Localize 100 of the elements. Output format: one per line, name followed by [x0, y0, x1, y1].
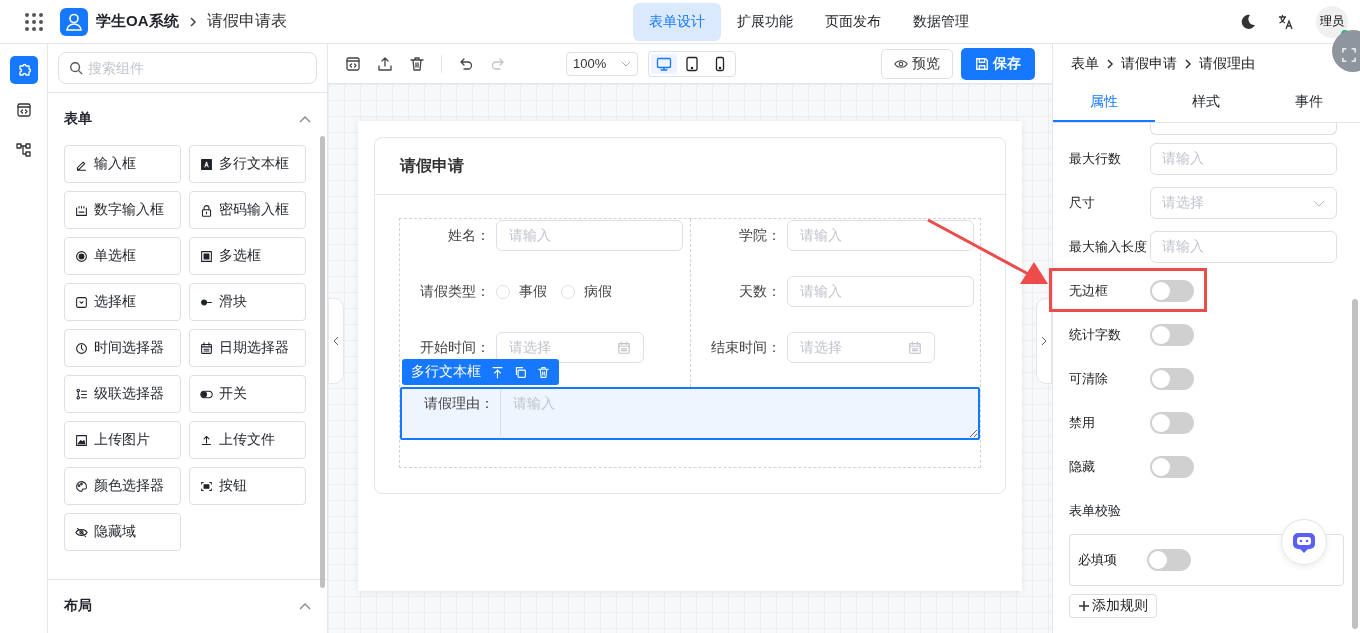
radio-option[interactable]: 病假 — [561, 282, 612, 301]
save-icon — [975, 56, 989, 71]
collapse-handle[interactable] — [328, 298, 344, 384]
clock-icon — [75, 341, 88, 355]
user-avatar[interactable]: 理员 — [1316, 5, 1348, 38]
robot-icon[interactable] — [1281, 519, 1327, 565]
component-item[interactable]: 按钮 — [189, 467, 306, 505]
app-name: 学生OA系统 — [96, 12, 179, 31]
toggle-switch[interactable] — [1150, 324, 1194, 346]
field-label: 请假类型： — [419, 282, 491, 301]
field-label: 结束时间： — [710, 338, 782, 357]
page-title: 请假申请表 — [206, 11, 287, 31]
property-label: 无边框 — [1069, 282, 1109, 300]
user-logo-icon — [60, 7, 88, 36]
nav-tab[interactable]: 数据管理 — [897, 2, 985, 41]
component-item[interactable]: 时间选择器 — [64, 329, 181, 367]
toggle-switch[interactable] — [1150, 280, 1194, 302]
field-label: 学院： — [738, 226, 782, 245]
scrollbar[interactable] — [1352, 299, 1358, 629]
moon-icon[interactable] — [1240, 13, 1256, 30]
component-item[interactable]: 数字输入框 — [64, 191, 181, 229]
radio-option[interactable]: 事假 — [496, 282, 547, 301]
component-item[interactable]: 多选框 — [189, 237, 306, 275]
group-title: 表单 — [64, 110, 92, 128]
scrollbar[interactable] — [320, 136, 325, 588]
chevron-icon[interactable] — [299, 115, 311, 123]
property-label: 隐藏 — [1069, 458, 1096, 476]
field-label: 开始时间： — [419, 338, 491, 357]
tablet-icon — [684, 55, 700, 72]
cascade-icon — [75, 387, 88, 401]
breadcrumb-item[interactable]: 请假理由 — [1199, 55, 1255, 73]
component-item[interactable]: 选择框 — [64, 283, 181, 321]
nav-tab[interactable]: 页面发布 — [809, 2, 897, 41]
component-item[interactable]: 多行文本框 — [189, 145, 306, 183]
chevron-icon[interactable] — [299, 602, 311, 610]
lock-icon — [200, 203, 213, 217]
inspector-tab[interactable]: 属性 — [1053, 84, 1156, 122]
toggle-switch[interactable] — [1147, 549, 1191, 571]
apps-grid-icon[interactable] — [24, 11, 44, 32]
nav-tab[interactable]: 扩展功能 — [721, 2, 809, 41]
component-item[interactable]: 开关 — [189, 375, 306, 413]
calendar-icon — [908, 340, 922, 355]
chevron-right-icon — [188, 15, 197, 28]
copy-icon[interactable] — [514, 365, 527, 379]
component-item[interactable]: 级联选择器 — [64, 375, 181, 413]
breadcrumb-item[interactable]: 表单 — [1071, 55, 1099, 73]
chevron-right-icon — [1184, 58, 1192, 70]
calendar-icon — [617, 340, 631, 355]
preview-button[interactable]: 预览 — [881, 48, 953, 79]
inspector-tab[interactable]: 事件 — [1257, 84, 1360, 122]
move-top-icon[interactable] — [491, 365, 504, 379]
save-button[interactable]: 保存 — [961, 47, 1035, 80]
component-item[interactable]: 颜色选择器 — [64, 467, 181, 505]
add-rule-button[interactable]: 添加规则 — [1069, 594, 1157, 618]
form-title: 请假申请 — [375, 138, 1005, 195]
expand-handle[interactable] — [1036, 298, 1052, 384]
field-label: 天数： — [738, 282, 782, 301]
field-label: 姓名： — [447, 226, 491, 245]
palette-icon — [75, 479, 88, 493]
component-item[interactable]: 单选框 — [64, 237, 181, 275]
tree-icon — [15, 142, 32, 158]
toggle-switch[interactable] — [1150, 368, 1194, 390]
inspector-tab[interactable]: 样式 — [1155, 84, 1258, 122]
component-item[interactable]: 日期选择器 — [189, 329, 306, 367]
checkbox-icon — [200, 249, 213, 263]
component-item[interactable]: 滑块 — [189, 283, 306, 321]
property-label: 最大输入长度 — [1069, 238, 1148, 256]
component-item[interactable]: 密码输入框 — [189, 191, 306, 229]
delete-icon — [409, 55, 425, 72]
breadcrumb-item[interactable]: 请假申请 — [1121, 55, 1177, 73]
dropdown-icon — [75, 295, 88, 309]
group-title: 布局 — [64, 597, 92, 615]
ruler-icon — [75, 203, 88, 217]
toggle-switch[interactable] — [1150, 456, 1194, 478]
toolbar-button[interactable] — [377, 55, 393, 72]
caret-icon — [1313, 199, 1325, 207]
export-icon — [377, 55, 393, 72]
component-item[interactable]: 输入框 — [64, 145, 181, 183]
zoom-select[interactable]: 100% — [566, 51, 638, 76]
radio-icon — [75, 249, 88, 263]
toggle-switch[interactable] — [1150, 412, 1194, 434]
chevron-right-icon — [1106, 58, 1114, 70]
property-label: 尺寸 — [1069, 194, 1096, 212]
image-icon — [75, 433, 88, 447]
search-field[interactable]: 搜索组件 — [58, 52, 317, 84]
button-frame-icon — [200, 479, 213, 493]
translate-icon[interactable] — [1278, 13, 1294, 30]
component-item[interactable]: 上传文件 — [189, 421, 306, 459]
nav-tab[interactable]: 表单设计 — [633, 2, 721, 41]
property-label: 禁用 — [1069, 414, 1096, 432]
component-item[interactable]: 隐藏域 — [64, 513, 181, 551]
component-item[interactable]: 上传图片 — [64, 421, 181, 459]
property-label: 可清除 — [1069, 370, 1109, 388]
toolbar-button[interactable] — [409, 55, 425, 72]
toolbar-button[interactable] — [345, 55, 361, 72]
property-label: 必填项 — [1078, 551, 1117, 569]
rail-button[interactable] — [9, 56, 38, 84]
search-icon — [69, 61, 83, 75]
plus-icon — [1078, 600, 1090, 612]
field-label: 请假理由： — [423, 394, 495, 413]
